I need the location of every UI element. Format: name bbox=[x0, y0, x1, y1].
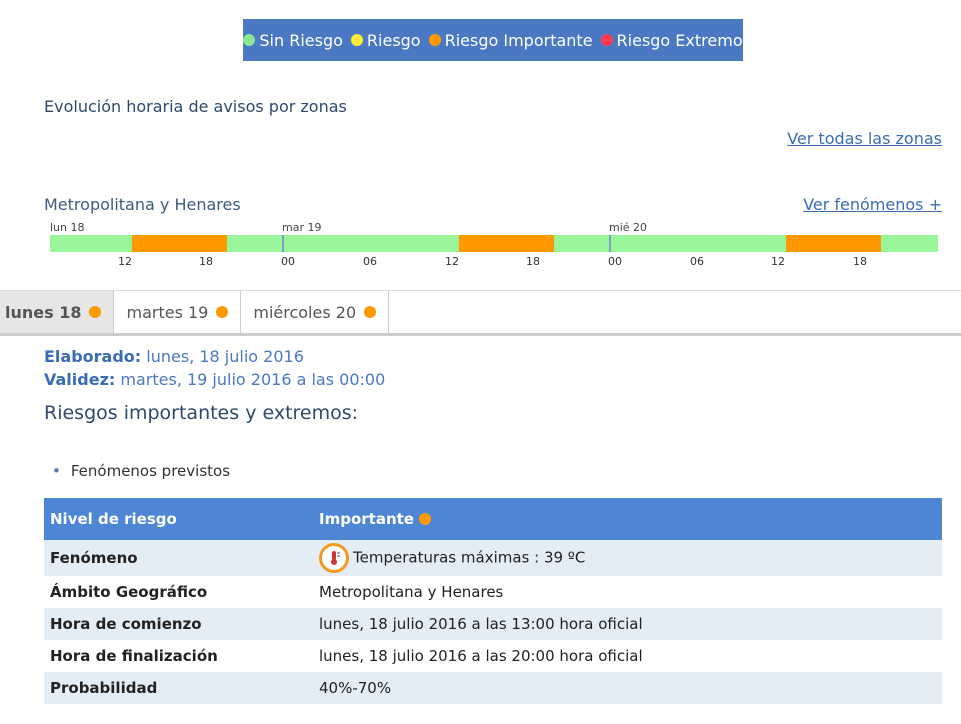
row-key: Fenómeno bbox=[44, 540, 313, 576]
legend-label: Riesgo Extremo bbox=[616, 30, 743, 50]
timeline-day-label: lun 18 bbox=[50, 221, 85, 234]
section-title: Evolución horaria de avisos por zonas bbox=[44, 97, 347, 116]
row-value: lunes, 18 julio 2016 a las 13:00 hora of… bbox=[313, 608, 942, 640]
bullet-item: • Fenómenos previstos bbox=[52, 462, 230, 480]
orange-dot-icon bbox=[428, 34, 441, 46]
table-row: Fenómeno Temperaturas máximas : 39 ºC bbox=[44, 540, 942, 576]
orange-dot-icon bbox=[364, 306, 377, 318]
row-key: Ámbito Geográfico bbox=[50, 583, 208, 601]
tab-martes-19[interactable]: martes 19 bbox=[114, 291, 242, 333]
hour-tick: 18 bbox=[853, 255, 867, 268]
elaborado-value: lunes, 18 julio 2016 bbox=[146, 347, 304, 366]
hour-tick: 18 bbox=[526, 255, 540, 268]
hour-tick: 06 bbox=[690, 255, 704, 268]
timeline-segment-sin-riesgo bbox=[227, 235, 459, 252]
timeline-segment-sin-riesgo bbox=[50, 235, 132, 252]
hour-tick: 00 bbox=[608, 255, 622, 268]
orange-dot-icon bbox=[216, 306, 229, 318]
validez-line: Validez: martes, 19 julio 2016 a las 00:… bbox=[44, 370, 385, 389]
yellow-dot-icon bbox=[350, 34, 363, 46]
legend-item-sin-riesgo: Sin Riesgo bbox=[243, 31, 343, 50]
table-row: Ámbito Geográfico Metropolitana y Henare… bbox=[44, 576, 942, 608]
row-key: Hora de finalización bbox=[50, 647, 218, 665]
risk-level-value: Importante bbox=[319, 510, 414, 528]
table-header-row: Nivel de riesgo Importante bbox=[44, 498, 942, 540]
red-dot-icon bbox=[600, 34, 613, 46]
risk-details-table: Nivel de riesgo Importante Fenómeno Temp… bbox=[44, 498, 942, 704]
hour-tick: 12 bbox=[118, 255, 132, 268]
legend-label: Riesgo bbox=[366, 30, 421, 50]
hourly-timeline bbox=[50, 235, 938, 252]
view-phenomena-link[interactable]: Ver fenómenos + bbox=[803, 195, 942, 214]
tab-lunes-18[interactable]: lunes 18 bbox=[0, 291, 115, 333]
tab-miercoles-20[interactable]: miércoles 20 bbox=[241, 291, 390, 333]
hour-tick: 18 bbox=[199, 255, 213, 268]
zone-name: Metropolitana y Henares bbox=[44, 195, 241, 214]
row-value: Temperaturas máximas : 39 ºC bbox=[313, 540, 942, 576]
hour-tick: 12 bbox=[771, 255, 785, 268]
bullet-text: Fenómenos previstos bbox=[70, 462, 231, 480]
hour-tick: 06 bbox=[363, 255, 377, 268]
orange-dot-icon bbox=[419, 513, 432, 525]
timeline-day-label: mar 19 bbox=[282, 221, 322, 234]
risk-legend: Sin Riesgo Riesgo Riesgo Importante Ries… bbox=[243, 19, 743, 61]
phenomenon-text: Temperaturas máximas : 39 ºC bbox=[353, 548, 586, 567]
row-value: lunes, 18 julio 2016 a las 20:00 hora of… bbox=[319, 647, 643, 665]
header-value: Importante bbox=[313, 498, 942, 540]
orange-dot-icon bbox=[89, 306, 102, 318]
risks-heading: Riesgos importantes y extremos: bbox=[44, 402, 359, 424]
hour-tick: 12 bbox=[445, 255, 459, 268]
row-key: Probabilidad bbox=[44, 672, 313, 704]
view-all-zones-link[interactable]: Ver todas las zonas bbox=[787, 129, 942, 148]
table-row: Probabilidad 40%-70% bbox=[44, 672, 942, 704]
timeline-segment-importante bbox=[132, 235, 227, 252]
tab-label: miércoles 20 bbox=[253, 302, 357, 322]
legend-item-riesgo-importante: Riesgo Importante bbox=[428, 30, 593, 50]
row-value: Metropolitana y Henares bbox=[319, 583, 504, 601]
validez-label: Validez: bbox=[44, 370, 116, 389]
legend-label: Sin Riesgo bbox=[259, 30, 343, 50]
green-dot-icon bbox=[243, 34, 256, 46]
timeline-segment-sin-riesgo bbox=[554, 235, 786, 252]
table-row: Hora de finalización lunes, 18 julio 201… bbox=[44, 640, 942, 672]
tab-label: lunes 18 bbox=[5, 302, 82, 322]
elaborado-line: Elaborado: lunes, 18 julio 2016 bbox=[44, 347, 304, 366]
elaborado-label: Elaborado: bbox=[44, 347, 142, 366]
header-key: Nivel de riesgo bbox=[44, 498, 313, 540]
day-divider bbox=[282, 235, 284, 252]
table-row: Hora de comienzo lunes, 18 julio 2016 a … bbox=[44, 608, 942, 640]
legend-item-riesgo: Riesgo bbox=[350, 30, 421, 50]
row-value: 40%-70% bbox=[313, 672, 942, 704]
hour-tick: 00 bbox=[281, 255, 295, 268]
legend-label: Riesgo Importante bbox=[444, 30, 593, 50]
timeline-segment-importante bbox=[459, 235, 554, 252]
timeline-day-label: mié 20 bbox=[609, 221, 648, 234]
row-key: Hora de comienzo bbox=[44, 608, 313, 640]
tab-label: martes 19 bbox=[126, 302, 209, 322]
day-divider bbox=[609, 235, 611, 252]
timeline-segment-importante bbox=[786, 235, 881, 252]
thermometer-icon bbox=[319, 543, 349, 573]
bullet-dot-icon: • bbox=[52, 462, 61, 480]
legend-item-riesgo-extremo: Riesgo Extremo bbox=[600, 30, 743, 50]
validez-value: martes, 19 julio 2016 a las 00:00 bbox=[120, 370, 386, 389]
day-tabs: lunes 18 martes 19 miércoles 20 bbox=[0, 290, 961, 336]
timeline-segment-sin-riesgo bbox=[881, 235, 938, 252]
